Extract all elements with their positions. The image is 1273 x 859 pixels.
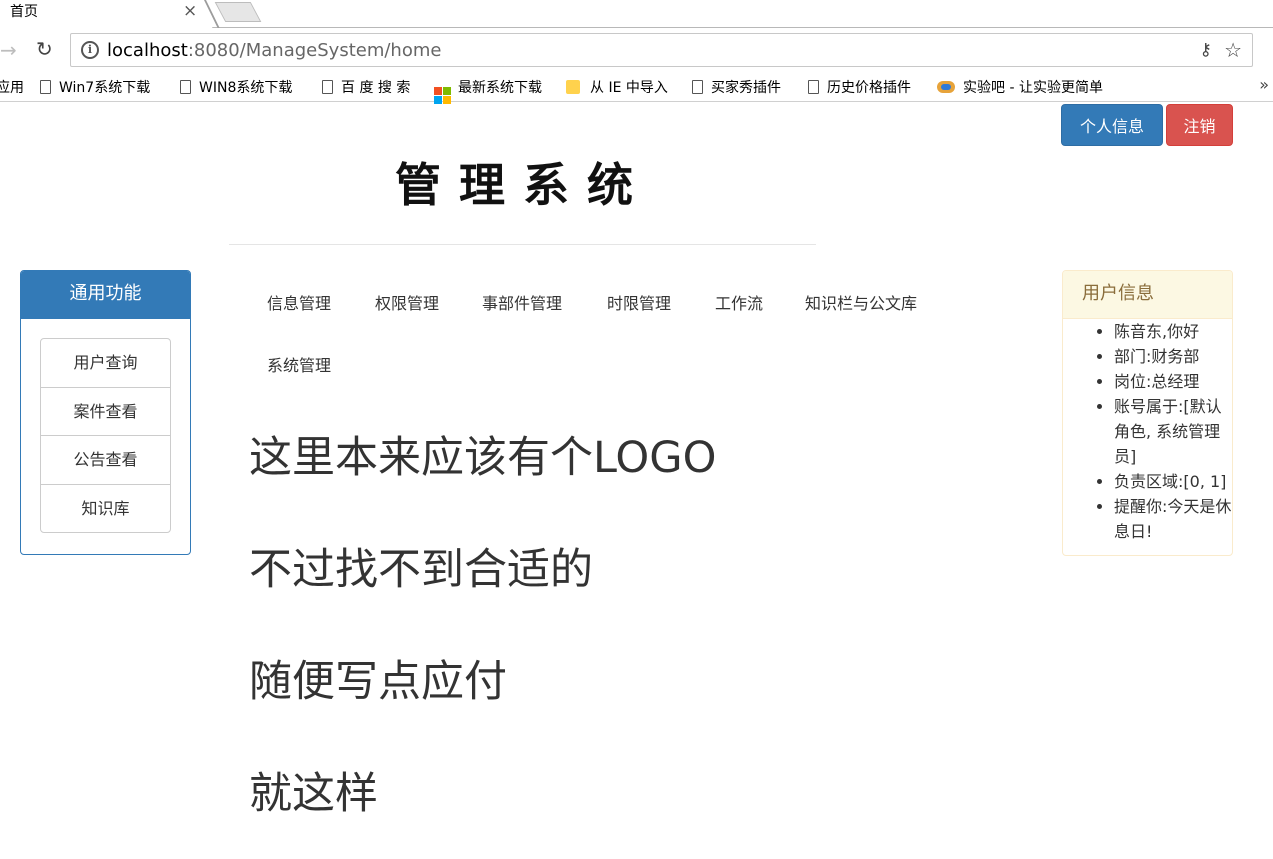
page-icon bbox=[692, 80, 703, 94]
browser-toolbar: → ↻ i localhost:8080/ManageSystem/home ⚷… bbox=[0, 28, 1273, 72]
body-line: 这里本来应该有个LOGO bbox=[249, 433, 717, 483]
function-list: 用户查询 案件查看 公告查看 知识库 bbox=[40, 338, 171, 533]
windows-logo-icon bbox=[434, 87, 451, 104]
user-roles: 账号属于:[默认角色, 系统管理员] bbox=[1114, 394, 1232, 469]
page-icon bbox=[322, 80, 333, 94]
key-icon[interactable]: ⚷ bbox=[1200, 40, 1212, 60]
nav-knowledge-docs[interactable]: 知识栏与公文库 bbox=[805, 290, 917, 314]
user-areas: 负责区域:[0, 1] bbox=[1114, 469, 1232, 494]
bookmark-label: WIN8系统下载 bbox=[199, 80, 293, 96]
bookmark-label: 从 IE 中导入 bbox=[590, 80, 668, 96]
tab-title: 首页 bbox=[10, 4, 38, 20]
page-icon bbox=[180, 80, 191, 94]
page-title: 管理系统 bbox=[395, 158, 651, 212]
bookmark-buyer-show[interactable]: 买家秀插件 bbox=[692, 77, 781, 97]
url-path: :8080/ManageSystem/home bbox=[187, 40, 442, 61]
bookmark-label: 应用 bbox=[0, 80, 24, 96]
nav-time-limit-management[interactable]: 时限管理 bbox=[607, 290, 671, 314]
more-bookmarks-icon[interactable]: » bbox=[1259, 75, 1269, 94]
user-query-button[interactable]: 用户查询 bbox=[40, 338, 171, 388]
lab-logo-icon bbox=[937, 81, 955, 93]
nav-system-management[interactable]: 系统管理 bbox=[267, 352, 331, 376]
bookmark-label: 实验吧 - 让实验更简单 bbox=[963, 80, 1103, 96]
page-icon bbox=[808, 80, 819, 94]
bookmark-import-ie[interactable]: 从 IE 中导入 bbox=[566, 77, 668, 97]
page-icon bbox=[40, 80, 51, 94]
user-department: 部门:财务部 bbox=[1114, 344, 1232, 369]
body-line: 不过找不到合适的 bbox=[249, 545, 593, 595]
user-info-panel: 用户信息 陈音东,你好 部门:财务部 岗位:总经理 账号属于:[默认角色, 系统… bbox=[1062, 270, 1233, 556]
title-divider bbox=[229, 244, 816, 245]
notice-view-button[interactable]: 公告查看 bbox=[40, 435, 171, 485]
bookmark-latest-system[interactable]: 最新系统下载 bbox=[434, 77, 542, 104]
bookmark-apps[interactable]: 应用 bbox=[0, 77, 24, 97]
bookmark-label: 历史价格插件 bbox=[827, 80, 911, 96]
browser-tabstrip: 首页 × bbox=[0, 0, 1273, 30]
case-view-button[interactable]: 案件查看 bbox=[40, 386, 171, 436]
general-functions-panel: 通用功能 用户查询 案件查看 公告查看 知识库 bbox=[20, 270, 191, 555]
info-icon[interactable]: i bbox=[81, 41, 99, 59]
bookmark-win7[interactable]: Win7系统下载 bbox=[40, 77, 150, 97]
url-host: localhost bbox=[107, 40, 188, 61]
bookmark-label: 买家秀插件 bbox=[711, 80, 781, 96]
user-greeting: 陈音东,你好 bbox=[1114, 319, 1232, 344]
bookmark-star-icon[interactable]: ☆ bbox=[1224, 38, 1242, 62]
user-reminder: 提醒你:今天是休息日! bbox=[1114, 494, 1232, 544]
logout-button[interactable]: 注销 bbox=[1166, 104, 1233, 146]
user-position: 岗位:总经理 bbox=[1114, 369, 1232, 394]
forward-arrow-icon[interactable]: → bbox=[0, 38, 17, 62]
bookmark-label: 百 度 搜 索 bbox=[341, 80, 411, 96]
url-text[interactable]: localhost:8080/ManageSystem/home bbox=[107, 40, 441, 61]
bookmarks-bar: 应用 Win7系统下载 WIN8系统下载 百 度 搜 索 最新系统下载 从 IE… bbox=[0, 72, 1273, 104]
nav-workflow[interactable]: 工作流 bbox=[715, 290, 763, 314]
body-line: 随便写点应付 bbox=[249, 657, 507, 707]
browser-tab[interactable]: 首页 × bbox=[0, 0, 226, 28]
panel-heading: 用户信息 bbox=[1063, 271, 1232, 319]
page-content: 个人信息 注销 管理系统 通用功能 用户查询 案件查看 公告查看 知识库 信息管… bbox=[0, 103, 1273, 859]
bookmark-label: 最新系统下载 bbox=[458, 80, 542, 96]
folder-icon bbox=[566, 80, 580, 94]
bookmark-win8[interactable]: WIN8系统下载 bbox=[180, 77, 292, 97]
bookmark-label: Win7系统下载 bbox=[59, 80, 151, 96]
tab-close-icon[interactable]: × bbox=[183, 1, 197, 21]
bookmark-baidu[interactable]: 百 度 搜 索 bbox=[322, 77, 410, 97]
reload-icon[interactable]: ↻ bbox=[36, 37, 53, 61]
nav-permission-management[interactable]: 权限管理 bbox=[375, 290, 439, 314]
knowledge-base-button[interactable]: 知识库 bbox=[40, 483, 171, 533]
body-line: 就这样 bbox=[249, 769, 378, 819]
nav-info-management[interactable]: 信息管理 bbox=[267, 290, 331, 314]
bookmark-shiyanbar[interactable]: 实验吧 - 让实验更简单 bbox=[937, 77, 1109, 97]
user-info-list: 陈音东,你好 部门:财务部 岗位:总经理 账号属于:[默认角色, 系统管理员] … bbox=[1063, 319, 1232, 544]
address-bar[interactable]: i localhost:8080/ManageSystem/home ⚷ ☆ bbox=[70, 33, 1253, 67]
panel-heading: 通用功能 bbox=[21, 271, 190, 319]
profile-button[interactable]: 个人信息 bbox=[1061, 104, 1163, 146]
bookmark-price-history[interactable]: 历史价格插件 bbox=[808, 77, 911, 97]
nav-event-component-management[interactable]: 事部件管理 bbox=[482, 290, 562, 314]
